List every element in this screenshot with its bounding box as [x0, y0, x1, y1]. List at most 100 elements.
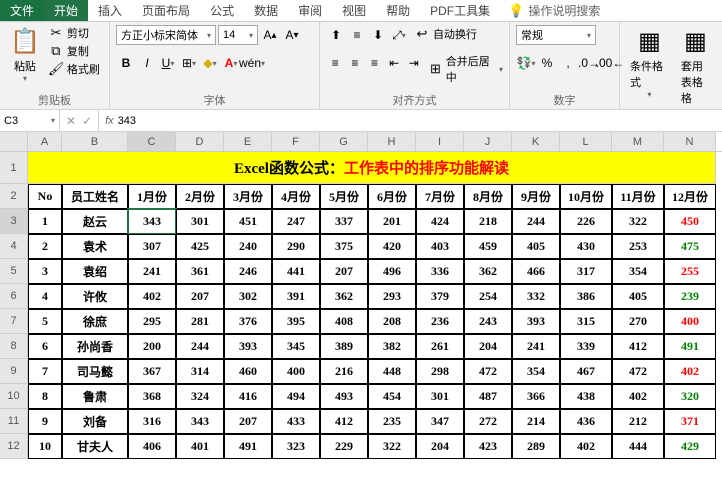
data-cell[interactable]: 317: [560, 259, 612, 284]
col-head-G[interactable]: G: [320, 132, 368, 151]
data-cell[interactable]: 487: [464, 384, 512, 409]
data-cell[interactable]: 6: [28, 334, 62, 359]
row-head-4[interactable]: 4: [0, 234, 28, 259]
data-cell[interactable]: 459: [464, 234, 512, 259]
copy-button[interactable]: ⧉复制: [48, 43, 100, 59]
data-cell[interactable]: 472: [612, 359, 664, 384]
data-cell[interactable]: 354: [512, 359, 560, 384]
tab-help[interactable]: 帮助: [376, 0, 420, 21]
data-cell[interactable]: 253: [612, 234, 664, 259]
data-cell[interactable]: 402: [128, 284, 176, 309]
data-cell[interactable]: 391: [272, 284, 320, 309]
header-cell[interactable]: 员工姓名: [62, 184, 128, 209]
data-cell[interactable]: 司马懿: [62, 359, 128, 384]
data-cell[interactable]: 10: [28, 434, 62, 459]
data-cell[interactable]: 235: [368, 409, 416, 434]
row-head-1[interactable]: 1: [0, 152, 28, 184]
select-all-corner[interactable]: [0, 132, 28, 151]
data-cell[interactable]: 290: [272, 234, 320, 259]
data-cell[interactable]: 208: [368, 309, 416, 334]
decrease-font-button[interactable]: A▾: [282, 25, 302, 45]
col-head-E[interactable]: E: [224, 132, 272, 151]
data-cell[interactable]: 323: [272, 434, 320, 459]
col-head-A[interactable]: A: [28, 132, 62, 151]
data-cell[interactable]: 甘夫人: [62, 434, 128, 459]
data-cell[interactable]: 9: [28, 409, 62, 434]
data-cell[interactable]: 207: [224, 409, 272, 434]
data-cell[interactable]: 416: [224, 384, 272, 409]
data-cell[interactable]: 403: [416, 234, 464, 259]
italic-button[interactable]: I: [137, 53, 157, 73]
title-cell[interactable]: Excel函数公式：工作表中的排序功能解读: [28, 152, 716, 184]
row-head-7[interactable]: 7: [0, 309, 28, 334]
paste-button[interactable]: 📋 粘贴 ▾: [6, 25, 44, 85]
data-cell[interactable]: 441: [272, 259, 320, 284]
data-cell[interactable]: 402: [664, 359, 716, 384]
data-cell[interactable]: 467: [560, 359, 612, 384]
header-cell[interactable]: 11月份: [612, 184, 664, 209]
data-cell[interactable]: 475: [664, 234, 716, 259]
data-cell[interactable]: 315: [560, 309, 612, 334]
data-cell[interactable]: 454: [368, 384, 416, 409]
data-cell[interactable]: 8: [28, 384, 62, 409]
data-cell[interactable]: 400: [272, 359, 320, 384]
header-cell[interactable]: 1月份: [128, 184, 176, 209]
data-cell[interactable]: 316: [128, 409, 176, 434]
header-cell[interactable]: 2月份: [176, 184, 224, 209]
header-cell[interactable]: 12月份: [664, 184, 716, 209]
data-cell[interactable]: 367: [128, 359, 176, 384]
data-cell[interactable]: 2: [28, 234, 62, 259]
data-cell[interactable]: 246: [224, 259, 272, 284]
header-cell[interactable]: 10月份: [560, 184, 612, 209]
data-cell[interactable]: 261: [416, 334, 464, 359]
data-cell[interactable]: 4: [28, 284, 62, 309]
data-cell[interactable]: 451: [224, 209, 272, 234]
phonetic-button[interactable]: wén▾: [242, 53, 262, 73]
data-cell[interactable]: 491: [664, 334, 716, 359]
data-cell[interactable]: 240: [224, 234, 272, 259]
data-cell[interactable]: 386: [560, 284, 612, 309]
data-cell[interactable]: 244: [176, 334, 224, 359]
tab-view[interactable]: 视图: [332, 0, 376, 21]
decrease-decimal-button[interactable]: .00←: [600, 53, 620, 73]
data-cell[interactable]: 302: [224, 284, 272, 309]
data-cell[interactable]: 247: [272, 209, 320, 234]
data-cell[interactable]: 307: [128, 234, 176, 259]
data-cell[interactable]: 袁绍: [62, 259, 128, 284]
data-cell[interactable]: 345: [272, 334, 320, 359]
col-head-B[interactable]: B: [62, 132, 128, 151]
increase-font-button[interactable]: A▴: [260, 25, 280, 45]
data-cell[interactable]: 402: [612, 384, 664, 409]
tab-formulas[interactable]: 公式: [200, 0, 244, 21]
currency-button[interactable]: 💱▾: [516, 53, 536, 73]
data-cell[interactable]: 200: [128, 334, 176, 359]
data-cell[interactable]: 343: [176, 409, 224, 434]
tab-home[interactable]: 开始: [44, 0, 88, 21]
data-cell[interactable]: 243: [464, 309, 512, 334]
data-cell[interactable]: 429: [664, 434, 716, 459]
data-cell[interactable]: 425: [176, 234, 224, 259]
data-cell[interactable]: 362: [320, 284, 368, 309]
data-cell[interactable]: 424: [416, 209, 464, 234]
align-left-button[interactable]: ≡: [326, 53, 345, 73]
data-cell[interactable]: 376: [224, 309, 272, 334]
col-head-M[interactable]: M: [612, 132, 664, 151]
tab-review[interactable]: 审阅: [288, 0, 332, 21]
data-cell[interactable]: 272: [464, 409, 512, 434]
cut-button[interactable]: ✂剪切: [48, 25, 100, 41]
data-cell[interactable]: 438: [560, 384, 612, 409]
cancel-icon[interactable]: ✕: [66, 114, 76, 128]
data-cell[interactable]: 336: [416, 259, 464, 284]
data-cell[interactable]: 493: [320, 384, 368, 409]
row-head-11[interactable]: 11: [0, 409, 28, 434]
enter-icon[interactable]: ✓: [82, 114, 92, 128]
data-cell[interactable]: 244: [512, 209, 560, 234]
data-cell[interactable]: 314: [176, 359, 224, 384]
data-cell[interactable]: 218: [464, 209, 512, 234]
wrap-text-button[interactable]: ↩自动换行: [414, 25, 477, 43]
data-cell[interactable]: 赵云: [62, 209, 128, 234]
data-cell[interactable]: 362: [464, 259, 512, 284]
data-cell[interactable]: 460: [224, 359, 272, 384]
data-cell[interactable]: 322: [612, 209, 664, 234]
row-head-9[interactable]: 9: [0, 359, 28, 384]
